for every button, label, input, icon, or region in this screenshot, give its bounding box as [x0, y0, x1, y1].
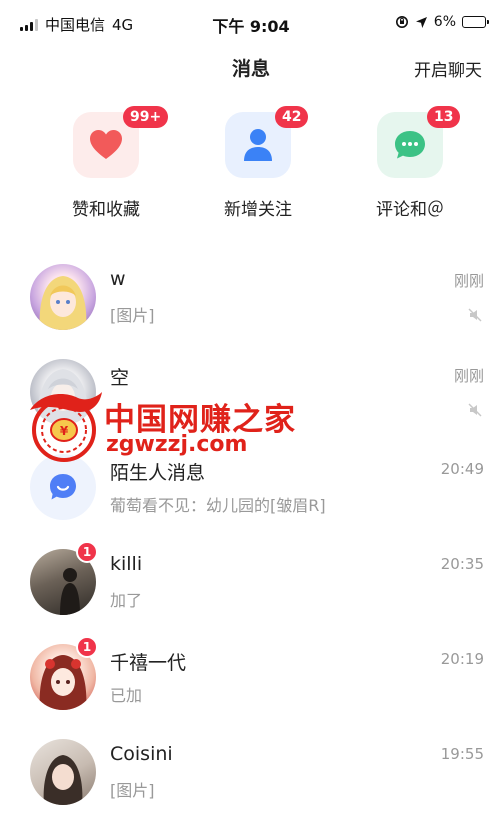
location-arrow-icon — [415, 16, 427, 28]
conversation-time: 20:35 — [440, 555, 484, 573]
stranger-chat-icon — [50, 474, 76, 500]
conversation-time: 刚刚 — [453, 272, 484, 290]
conversation-item[interactable]: w [图片] 刚刚 — [0, 252, 502, 347]
conversation-time: 刚刚 — [453, 367, 484, 385]
user-icon — [244, 129, 272, 161]
conversation-name: Coisini — [110, 743, 173, 765]
conversation-item[interactable]: 1 千禧一代 已加 20:19 — [0, 632, 502, 727]
likes-and-favorites-button[interactable]: 99+ 赞和收藏 — [36, 106, 176, 220]
orientation-lock-icon — [395, 16, 408, 28]
comments-and-mentions-button[interactable]: 13 评论和＠ — [340, 106, 480, 220]
conversation-preview: [图片] — [110, 306, 155, 325]
status-bar: 中国电信 4G 下午 9:04 6% — [0, 0, 502, 44]
likes-badge: 99+ — [123, 106, 169, 128]
conversation-item[interactable]: Coisini [图片] 19:55 — [0, 727, 502, 822]
followers-label: 新增关注 — [224, 200, 292, 220]
conversation-time: 20:49 — [440, 460, 484, 478]
watermark-overlay: ¥ 中国网赚之家 zgwzzj.com — [22, 388, 295, 468]
mute-icon — [468, 308, 482, 322]
new-followers-button[interactable]: 42 新增关注 — [188, 106, 328, 220]
header: 消息 开启聊天 — [0, 50, 502, 84]
svg-text:¥: ¥ — [60, 424, 69, 438]
conversation-time: 20:19 — [440, 650, 484, 668]
chat-bubble-icon — [395, 131, 425, 159]
conversation-preview: 已加 — [110, 686, 143, 705]
conversation-preview: 葡萄看不见：幼儿园的[皱眉R] — [110, 496, 326, 515]
comments-label: 评论和＠ — [376, 200, 444, 220]
conversation-name: 千禧一代 — [110, 652, 187, 674]
unread-badge: 1 — [76, 636, 98, 658]
conversation-name: 空 — [110, 367, 130, 389]
anime-girl-avatar — [30, 264, 96, 330]
start-chat-button[interactable]: 开启聊天 — [414, 56, 482, 81]
likes-tile: 99+ — [73, 106, 169, 178]
photo-avatar-girl — [30, 739, 96, 805]
comments-tile: 13 — [377, 106, 461, 178]
followers-badge: 42 — [275, 106, 309, 128]
conversation-name: killi — [110, 553, 143, 575]
likes-label: 赞和收藏 — [72, 200, 140, 220]
battery-icon — [462, 16, 489, 28]
mute-icon — [468, 403, 482, 417]
followers-tile: 42 — [225, 106, 309, 178]
watermark-logo-icon: ¥ — [30, 392, 102, 462]
conversation-item[interactable]: 1 killi 加了 20:35 — [0, 537, 502, 632]
quick-actions: 99+ 赞和收藏 42 新增关注 13 评论和＠ — [0, 106, 502, 232]
conversation-time: 19:55 — [440, 745, 484, 763]
unread-badge: 1 — [76, 541, 98, 563]
heart-icon — [90, 130, 122, 159]
battery-percent: 6% — [433, 14, 456, 30]
status-bar-right: 6% — [395, 14, 489, 30]
conversation-preview: [图片] — [110, 781, 155, 800]
watermark-site: zgwzzj.com — [106, 432, 248, 457]
conversation-name: w — [110, 268, 126, 290]
conversation-preview: 加了 — [110, 591, 143, 610]
comments-badge: 13 — [427, 106, 461, 128]
